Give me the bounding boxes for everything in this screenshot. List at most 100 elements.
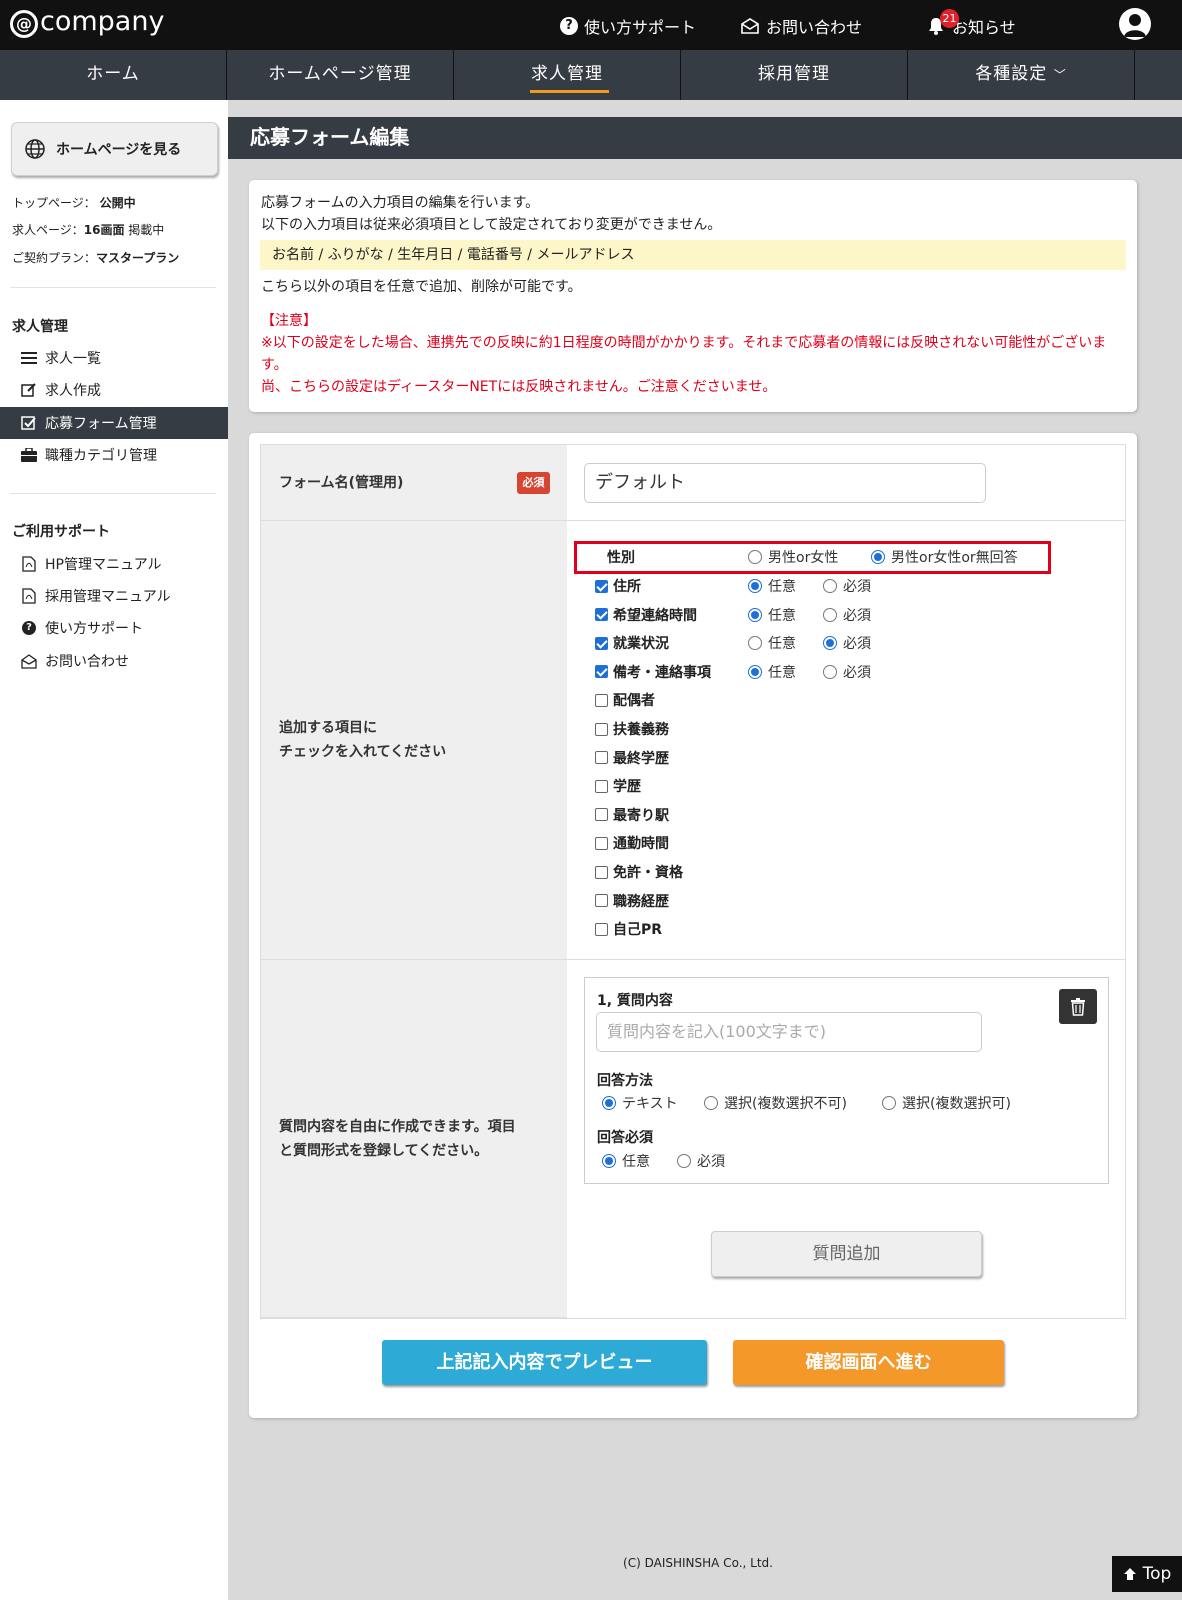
field-optional-radio[interactable]: 任意: [748, 574, 796, 598]
question-input[interactable]: 質問内容を記入(100文字まで): [596, 1012, 982, 1052]
top-header: @ company ? 使い方サポート お問い合わせ 21 お知らせ: [0, 0, 1182, 50]
field-required-radio[interactable]: 必須: [823, 660, 871, 684]
fields-label-cell: 追加する項目に チェックを入れてください: [261, 521, 567, 960]
field-label: 扶養義務: [613, 722, 669, 738]
user-icon: [1124, 14, 1146, 37]
sidebar-item-job-category[interactable]: 職種カテゴリ管理: [0, 439, 228, 471]
page-title: 応募フォーム編集: [228, 117, 1182, 159]
answer-required-optional[interactable]: 任意: [602, 1149, 650, 1173]
radio-icon: [823, 636, 837, 651]
company-logo[interactable]: @ company: [10, 6, 164, 38]
view-homepage-button[interactable]: ホームページを見る: [11, 122, 218, 176]
checkbox-icon[interactable]: [595, 722, 608, 736]
pdf-icon: [21, 556, 37, 572]
field-label: 備考・連絡事項: [613, 664, 711, 681]
field-checkbox-row[interactable]: 自己PR: [595, 917, 662, 941]
sidebar-item-help[interactable]: ? 使い方サポート: [0, 612, 228, 644]
required-badge: 必須: [517, 472, 550, 494]
question-circle-icon: ?: [560, 17, 578, 35]
answer-method-single-select[interactable]: 選択(複数選択不可): [704, 1091, 847, 1115]
field-checkbox-row[interactable]: 最終学歴: [595, 746, 669, 770]
sidebar-item-application-form[interactable]: 応募フォーム管理: [0, 407, 228, 439]
add-question-button[interactable]: 質問追加: [711, 1231, 982, 1277]
field-optional-radio[interactable]: 任意: [748, 603, 796, 627]
checkbox-icon[interactable]: [595, 693, 608, 707]
field-optional-radio[interactable]: 任意: [748, 660, 796, 684]
checkbox-icon[interactable]: [595, 608, 608, 622]
radio-icon: [704, 1096, 718, 1110]
form-name-label-cell: フォーム名(管理用) 必須: [261, 445, 567, 521]
field-checkbox-row[interactable]: 職務経歴: [595, 889, 669, 913]
top-page-status: トップページ： 公開中: [12, 196, 136, 210]
question-circle-icon: ?: [21, 620, 37, 636]
radio-icon: [748, 607, 762, 622]
briefcase-icon: [21, 447, 37, 463]
field-checkbox-row[interactable]: 通勤時間: [595, 831, 669, 855]
sidebar-item-job-list[interactable]: 求人一覧: [0, 342, 228, 374]
checkbox-icon[interactable]: [595, 751, 608, 765]
field-required-radio[interactable]: 必須: [823, 631, 871, 655]
user-avatar[interactable]: [1119, 8, 1151, 40]
field-checkbox-row[interactable]: 配偶者: [595, 688, 655, 712]
answer-method-text[interactable]: テキスト: [602, 1091, 678, 1115]
checkbox-icon[interactable]: [595, 636, 608, 650]
answer-required-required[interactable]: 必須: [677, 1149, 725, 1173]
copyright: (C) DAISHINSHA Co., Ltd.: [623, 1556, 773, 1570]
field-checkbox-row[interactable]: 就業状況: [595, 631, 669, 655]
question-cell: 1, 質問内容 質問内容を記入(100文字まで) 回答方法 テキスト 選択(複数…: [567, 960, 1125, 1318]
checkbox-icon[interactable]: [595, 836, 608, 850]
bell-icon: 21: [926, 9, 959, 36]
checkbox-icon[interactable]: [595, 865, 608, 879]
sidebar-item-contact[interactable]: お問い合わせ: [0, 645, 228, 677]
field-optional-radio[interactable]: 任意: [748, 631, 796, 655]
list-icon: [21, 350, 37, 366]
sidebar-item-recruit-manual[interactable]: 採用管理マニュアル: [0, 580, 228, 612]
field-checkbox-row[interactable]: 扶養義務: [595, 717, 669, 741]
help-link[interactable]: ? 使い方サポート: [560, 14, 696, 38]
confirm-button[interactable]: 確認画面へ進む: [733, 1340, 1004, 1385]
field-checkbox-row[interactable]: 住所: [595, 574, 641, 598]
delete-question-button[interactable]: [1059, 989, 1097, 1024]
contact-link[interactable]: お問い合わせ: [740, 14, 862, 38]
field-checkbox-row[interactable]: 希望連絡時間: [595, 603, 697, 627]
nav-settings[interactable]: 各種設定 ﹀: [908, 50, 1135, 100]
checkbox-icon: [21, 415, 37, 431]
field-label: 希望連絡時間: [613, 607, 697, 624]
nav-homepage-management[interactable]: ホームページ管理: [227, 50, 454, 100]
radio-icon: [748, 579, 762, 593]
checkbox-icon[interactable]: [595, 894, 608, 908]
field-required-radio[interactable]: 必須: [823, 603, 871, 627]
sidebar-item-hp-manual[interactable]: HP管理マニュアル: [0, 548, 228, 580]
nav-job-management[interactable]: 求人管理: [454, 50, 681, 100]
gender-option-with-no-answer[interactable]: 男性or女性or無回答: [871, 545, 1018, 569]
field-checkbox-row[interactable]: 免許・資格: [595, 860, 683, 884]
nav-home[interactable]: ホーム: [0, 50, 227, 100]
form-name-input[interactable]: デフォルト: [584, 463, 986, 503]
checkbox-icon[interactable]: [595, 808, 608, 822]
notice-panel: 応募フォームの入力項目の編集を行います。 以下の入力項目は従来必須項目として設定…: [249, 180, 1137, 412]
checkbox-icon[interactable]: [595, 922, 608, 936]
divider: [10, 287, 216, 288]
field-required-radio[interactable]: 必須: [823, 574, 871, 598]
answer-method-multi-select[interactable]: 選択(複数選択可): [882, 1091, 1011, 1115]
field-checkbox-row[interactable]: 備考・連絡事項: [595, 660, 711, 684]
radio-icon: [677, 1154, 691, 1168]
scroll-top-button[interactable]: Top: [1112, 1556, 1182, 1592]
globe-icon: [25, 139, 45, 159]
gender-option-binary[interactable]: 男性or女性: [748, 545, 838, 569]
field-label: 最終学歴: [613, 750, 669, 767]
checkbox-icon[interactable]: [595, 779, 608, 793]
mail-icon: [21, 653, 37, 669]
preview-button[interactable]: 上記記入内容でプレビュー: [382, 1340, 707, 1385]
notice-link[interactable]: 21 お知らせ: [926, 9, 1016, 38]
field-checkbox-row[interactable]: 学歴: [595, 774, 641, 798]
radio-icon: [602, 1154, 616, 1168]
main-nav: ホーム ホームページ管理 求人管理 採用管理 各種設定 ﹀: [0, 50, 1182, 100]
field-checkbox-row[interactable]: 最寄り駅: [595, 803, 669, 827]
sidebar-item-job-create[interactable]: 求人作成: [0, 374, 228, 406]
checkbox-icon[interactable]: [595, 665, 608, 679]
radio-icon: [823, 579, 837, 593]
nav-recruitment-management[interactable]: 採用管理: [681, 50, 908, 100]
notice-count-badge: 21: [940, 9, 959, 28]
checkbox-icon[interactable]: [595, 579, 608, 593]
